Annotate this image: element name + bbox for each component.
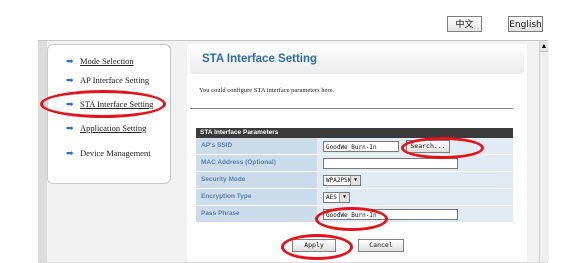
sidebar-item-application-setting[interactable]: ➡ Application Setting [66, 121, 146, 135]
encryption-label: Encryption Type [196, 189, 317, 205]
page-description: You could configure STA interface parame… [199, 87, 335, 94]
arrow-right-icon: ➡ [66, 123, 74, 133]
english-language-button[interactable]: English [508, 16, 543, 32]
vertical-scrollbar[interactable] [539, 41, 549, 262]
security-mode-value: WPA2PSK [326, 177, 352, 184]
arrow-right-icon: ➡ [66, 75, 74, 85]
section-header: STA Interface Parameters [196, 128, 513, 138]
mac-row: MAC Address (Optional) [196, 155, 513, 172]
divider [190, 108, 513, 109]
ssid-input[interactable]: GoodWe_Burn-In [323, 141, 399, 152]
ssid-label: AP's SSID [196, 138, 317, 154]
page-title: STA Interface Setting [190, 44, 524, 74]
sidebar-item-mode-selection[interactable]: ➡ Mode Selection [66, 54, 134, 68]
pass-phrase-input[interactable]: GoodWe_Burn-In [323, 209, 458, 220]
security-label: Security Mode [196, 172, 317, 188]
chevron-down-icon: ▼ [339, 193, 349, 202]
encryption-type-select[interactable]: AES ▼ [323, 192, 350, 203]
security-mode-select[interactable]: WPA2PSK ▼ [323, 175, 361, 186]
arrow-right-icon: ➡ [66, 56, 74, 66]
pass-row: Pass Phrase GoodWe_Burn-In [196, 206, 513, 223]
chevron-down-icon: ▼ [350, 176, 360, 185]
arrow-right-icon: ➡ [66, 148, 74, 158]
sidebar-item-device-management[interactable]: ➡ Device Management [66, 146, 151, 160]
sidebar-item-label: AP Interface Setting [80, 75, 150, 85]
scroll-up-arrow-icon[interactable]: ▲ [540, 41, 548, 52]
top-bar: 中文 English [0, 0, 561, 40]
apply-button[interactable]: Apply [292, 239, 336, 252]
encryption-type-value: AES [326, 194, 337, 201]
chinese-language-button[interactable]: 中文 [447, 16, 482, 32]
cancel-button[interactable]: Cancel [358, 239, 404, 252]
sidebar-item-label: Device Management [80, 148, 151, 158]
sidebar-item-sta-interface-setting[interactable]: ➡ STA Interface Setting [66, 97, 153, 111]
security-row: Security Mode WPA2PSK ▼ [196, 172, 513, 189]
search-button[interactable]: Search... [406, 140, 450, 153]
encryption-row: Encryption Type AES ▼ [196, 189, 513, 206]
arrow-right-icon: ➡ [66, 99, 74, 109]
mac-label: MAC Address (Optional) [196, 155, 317, 171]
mac-address-input[interactable] [323, 158, 458, 169]
ssid-row: AP's SSID GoodWe_Burn-In Search... [196, 138, 513, 155]
sidebar-item-label: STA Interface Setting [80, 99, 154, 109]
sidebar-item-ap-interface-setting[interactable]: ➡ AP Interface Setting [66, 73, 149, 87]
pass-label: Pass Phrase [196, 206, 317, 222]
sidebar-item-label: Mode Selection [80, 56, 134, 66]
sidebar-item-label: Application Setting [80, 123, 147, 133]
